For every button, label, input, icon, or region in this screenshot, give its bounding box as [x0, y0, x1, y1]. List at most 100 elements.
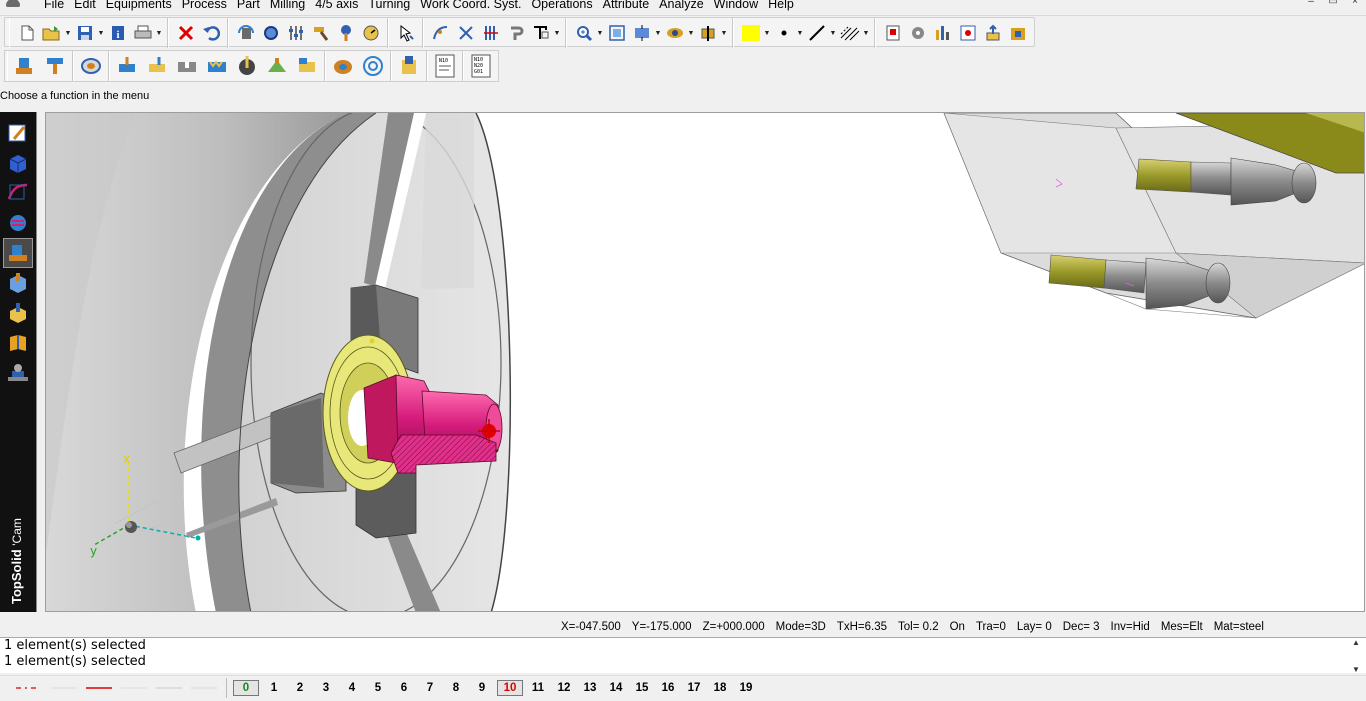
layer-button[interactable]: 1: [261, 680, 287, 696]
status-on[interactable]: On: [950, 621, 965, 633]
zoom-in-icon[interactable]: [572, 22, 595, 44]
lathe-icon[interactable]: [3, 238, 33, 268]
roughing-icon[interactable]: [113, 52, 141, 80]
print-dropdown-icon[interactable]: ▼: [155, 22, 163, 44]
section-dropdown-icon[interactable]: ▼: [720, 22, 728, 44]
layer-button[interactable]: 11: [525, 680, 551, 696]
text-dropdown-icon[interactable]: ▼: [553, 22, 561, 44]
zoom-dynamic-icon[interactable]: [259, 22, 282, 44]
cube-icon[interactable]: [3, 268, 33, 298]
minimize-button[interactable]: –: [1300, 0, 1322, 10]
menu-window[interactable]: Window: [714, 0, 766, 12]
layer-button[interactable]: 2: [287, 680, 313, 696]
layer-button[interactable]: 13: [577, 680, 603, 696]
curve-edit-icon[interactable]: [429, 22, 452, 44]
drilling-icon[interactable]: [233, 52, 261, 80]
undo-icon[interactable]: [199, 22, 222, 44]
gauge-icon[interactable]: [359, 22, 382, 44]
status-measure[interactable]: Mes=Elt: [1161, 621, 1203, 633]
new-icon[interactable]: [15, 22, 38, 44]
menu-file[interactable]: File: [44, 0, 72, 12]
info-icon[interactable]: i: [106, 22, 129, 44]
tools-icon[interactable]: [906, 22, 929, 44]
export-icon[interactable]: [956, 22, 979, 44]
status-layer[interactable]: Lay= 0: [1017, 621, 1052, 633]
hatch-icon[interactable]: [838, 22, 861, 44]
app-system-icon[interactable]: [0, 0, 44, 12]
surface-icon[interactable]: [3, 178, 33, 208]
save-icon[interactable]: [73, 22, 96, 44]
select-icon[interactable]: [394, 22, 417, 44]
hatch-dropdown-icon[interactable]: ▼: [862, 22, 870, 44]
layer-button[interactable]: 4: [339, 680, 365, 696]
delete-icon[interactable]: [174, 22, 197, 44]
pan-dropdown-icon[interactable]: ▼: [654, 22, 662, 44]
book-icon[interactable]: [3, 328, 33, 358]
finishing-icon[interactable]: [143, 52, 171, 80]
status-inv[interactable]: Inv=Hid: [1111, 621, 1150, 633]
upload-icon[interactable]: [981, 22, 1004, 44]
wrench-icon[interactable]: [334, 22, 357, 44]
text-icon[interactable]: [529, 22, 552, 44]
status-decimals[interactable]: Dec= 3: [1063, 621, 1100, 633]
status-tolerance[interactable]: Tol= 0.2: [898, 621, 939, 633]
menu-process[interactable]: Process: [182, 0, 235, 12]
target-icon[interactable]: [359, 52, 387, 80]
menu-attribute[interactable]: Attribute: [603, 0, 658, 12]
rotate-icon[interactable]: [234, 22, 257, 44]
sliders-icon[interactable]: [284, 22, 307, 44]
status-material[interactable]: Mat=steel: [1214, 621, 1264, 633]
open-icon[interactable]: [40, 22, 63, 44]
zoom-window-icon[interactable]: [605, 22, 628, 44]
zoom-dropdown-icon[interactable]: ▼: [596, 22, 604, 44]
line-style-icon[interactable]: [805, 22, 828, 44]
menu-milling[interactable]: Milling: [270, 0, 313, 12]
threading-icon[interactable]: [203, 52, 231, 80]
open-dropdown-icon[interactable]: ▼: [64, 22, 72, 44]
layer-button[interactable]: 10: [497, 679, 523, 696]
menu-help[interactable]: Help: [768, 0, 802, 12]
layer-button[interactable]: 0: [233, 679, 259, 696]
menu-part[interactable]: Part: [237, 0, 268, 12]
menu-operations[interactable]: Operations: [531, 0, 600, 12]
view-dropdown-icon[interactable]: ▼: [687, 22, 695, 44]
close-button[interactable]: ×: [1344, 0, 1366, 10]
layer-button[interactable]: 9: [469, 680, 495, 696]
layer-button[interactable]: 12: [551, 680, 577, 696]
line-type-samples[interactable]: [6, 683, 226, 693]
layer-button[interactable]: 5: [365, 680, 391, 696]
save-dropdown-icon[interactable]: ▼: [97, 22, 105, 44]
pencil-icon[interactable]: [3, 118, 33, 148]
restore-button[interactable]: ▭: [1322, 0, 1344, 10]
layer-button[interactable]: 14: [603, 680, 629, 696]
robot-icon[interactable]: [3, 358, 33, 388]
menu-equipments[interactable]: Equipments: [106, 0, 180, 12]
scroll-down-icon[interactable]: ▼: [1352, 665, 1360, 674]
layer-button[interactable]: 3: [313, 680, 339, 696]
line-dropdown-icon[interactable]: ▼: [829, 22, 837, 44]
color-icon[interactable]: [739, 22, 762, 44]
status-tra[interactable]: Tra=0: [976, 621, 1006, 633]
layer-button[interactable]: 18: [707, 680, 733, 696]
solid-icon[interactable]: [3, 148, 33, 178]
point-style-icon[interactable]: [772, 22, 795, 44]
view-icon[interactable]: [663, 22, 686, 44]
point-dropdown-icon[interactable]: ▼: [796, 22, 804, 44]
grooving-icon[interactable]: [173, 52, 201, 80]
layer-button[interactable]: 16: [655, 680, 681, 696]
layer-button[interactable]: 8: [443, 680, 469, 696]
bars-icon[interactable]: [931, 22, 954, 44]
layer-button[interactable]: 7: [417, 680, 443, 696]
section-icon[interactable]: [696, 22, 719, 44]
color-dropdown-icon[interactable]: ▼: [763, 22, 771, 44]
output-scrollbar[interactable]: ▲ ▼: [1348, 638, 1364, 674]
layer-button[interactable]: 17: [681, 680, 707, 696]
mill-icon[interactable]: [3, 298, 33, 328]
hook-icon[interactable]: [504, 22, 527, 44]
boring-icon[interactable]: [329, 52, 357, 80]
layer-button[interactable]: 15: [629, 680, 655, 696]
menu-analyze[interactable]: Analyze: [659, 0, 711, 12]
3d-viewport[interactable]: x y: [45, 112, 1365, 612]
scroll-up-icon[interactable]: ▲: [1352, 638, 1360, 647]
machine-icon[interactable]: [1006, 22, 1029, 44]
